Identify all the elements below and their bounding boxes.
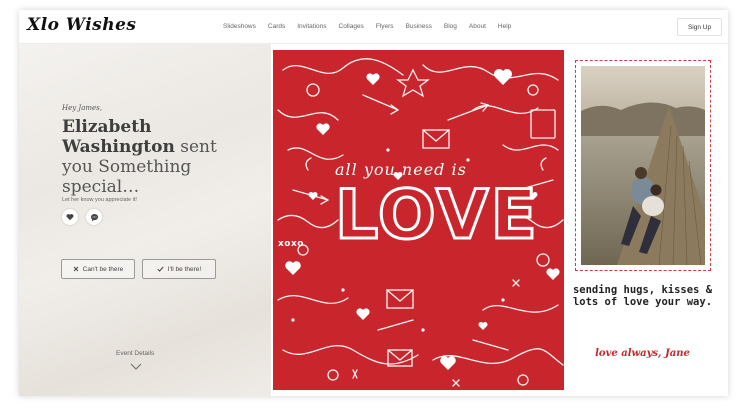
nav-business[interactable]: Business [406,23,432,30]
main-nav: Slideshows Cards Invitations Collages Fl… [223,23,523,30]
heart-reaction-button[interactable] [62,209,78,225]
chat-icon [90,213,98,221]
logo[interactable]: Xlo Wishes [27,15,136,35]
check-icon [157,266,164,272]
card-front-artwork: xoxo all you need is LOVE [273,50,564,390]
appreciate-text: Let her know you appreciate it! [62,197,137,203]
app-frame: Xlo Wishes Slideshows Cards Invitations … [19,10,728,396]
cant-be-there-button[interactable]: Can't be there [61,259,135,279]
card-love-title: LOVE [334,176,539,255]
card-message-panel: sending hugs, kisses & lots of love your… [564,50,721,390]
sign-up-button[interactable]: Sign Up [677,18,722,36]
ill-be-there-label: I'll be there! [167,265,202,273]
close-icon [73,266,79,272]
nav-slideshows[interactable]: Slideshows [223,23,256,30]
card-signature: love always, Jane [595,348,690,359]
nav-invitations[interactable]: Invitations [297,23,326,30]
ill-be-there-button[interactable]: I'll be there! [142,259,216,279]
xoxo-text: xoxo [278,239,304,249]
nav-collages[interactable]: Collages [339,23,364,30]
chevron-down-icon[interactable] [130,363,142,370]
couple-photo [581,66,705,265]
nav-about[interactable]: About [469,23,486,30]
invite-panel: Hey James, Elizabeth Washington sent you… [19,44,271,396]
photo-frame [575,60,711,271]
cant-be-there-label: Can't be there [82,265,124,273]
card-note: sending hugs, kisses & lots of love your… [572,284,713,308]
heart-icon [66,214,74,221]
chat-reaction-button[interactable] [86,209,102,225]
invite-headline: Elizabeth Washington sent you Something … [62,117,252,197]
nav-help[interactable]: Help [498,23,511,30]
sender-name: Elizabeth Washington [62,117,175,157]
greeting: Hey James, [62,104,103,112]
event-details-label: Event Details [116,350,155,357]
nav-blog[interactable]: Blog [444,23,457,30]
top-header: Xlo Wishes Slideshows Cards Invitations … [19,10,728,44]
nav-flyers[interactable]: Flyers [376,23,394,30]
nav-cards[interactable]: Cards [268,23,285,30]
